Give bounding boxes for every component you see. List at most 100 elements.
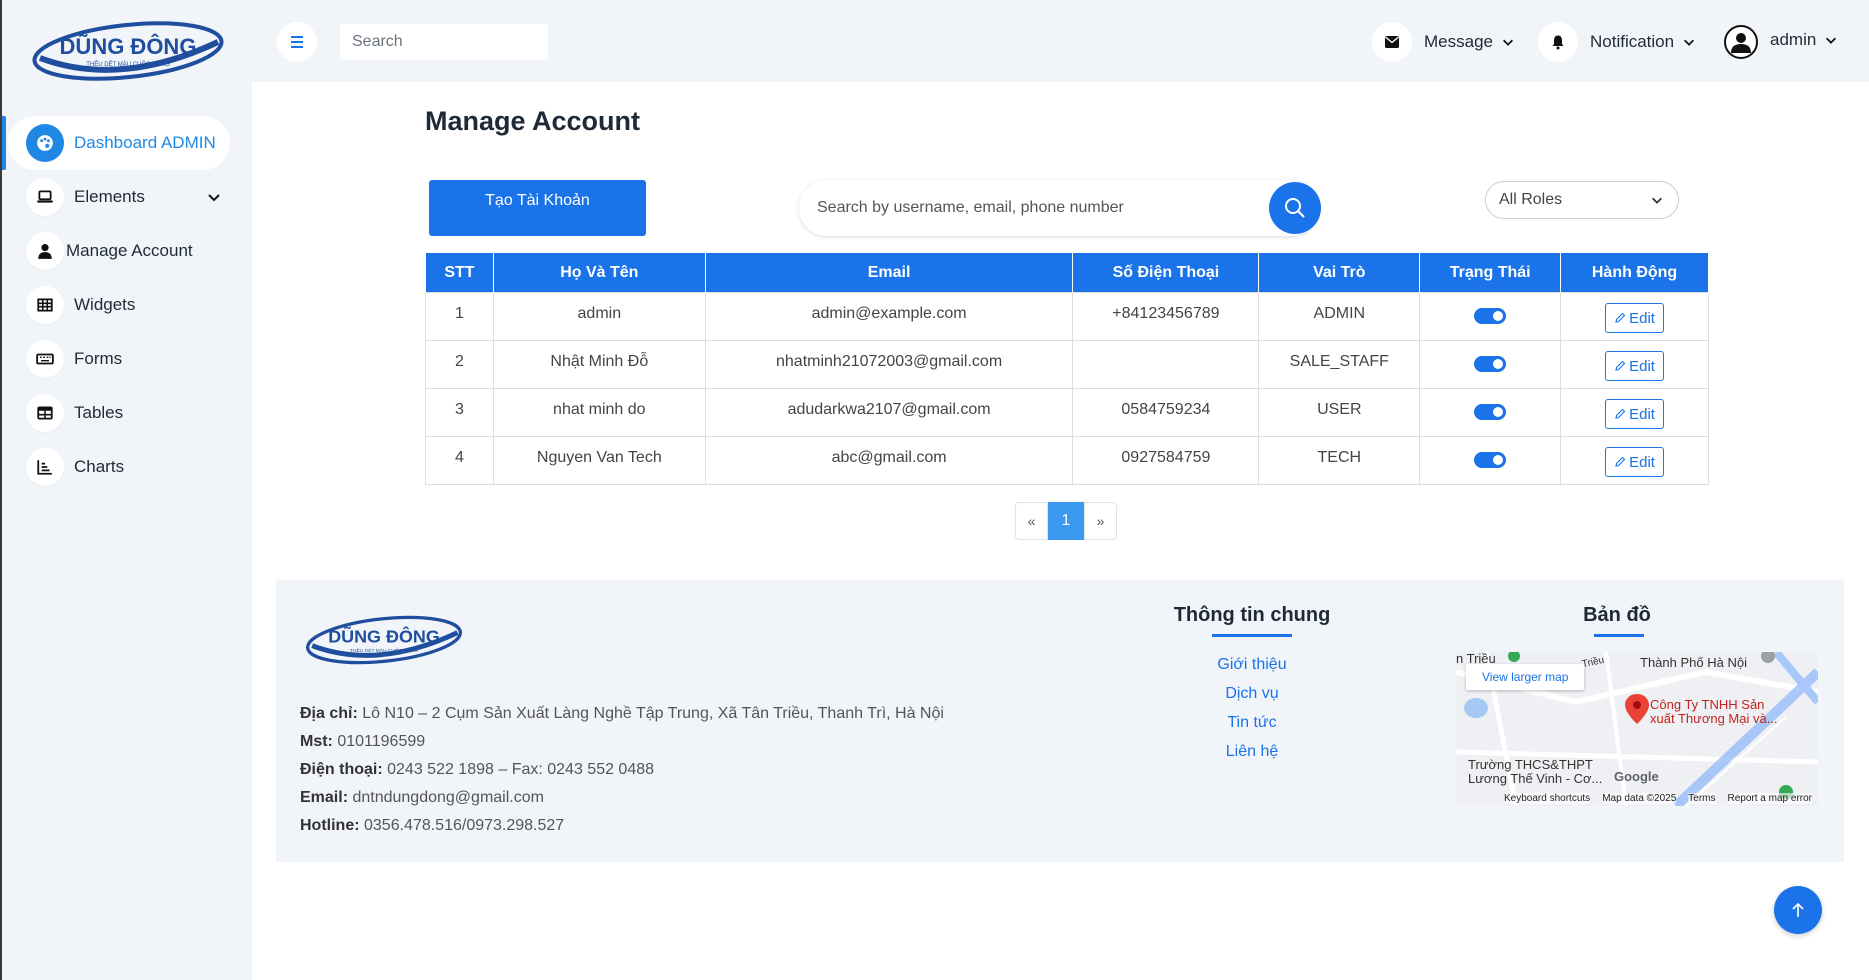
cell-name: Nguyen Van Tech [492,436,706,485]
pencil-icon [1615,360,1626,371]
footer-tax: Mst: 0101196599 [300,733,426,750]
edit-button[interactable]: Edit [1605,399,1664,429]
edit-button[interactable]: Edit [1605,447,1664,477]
footer-link-services[interactable]: Dịch vụ [1182,679,1322,708]
status-toggle[interactable] [1474,452,1507,468]
chevron-down-icon [1652,197,1662,204]
status-toggle[interactable] [1474,356,1507,372]
footer-contact-info: Địa chỉ: Lô N10 – 2 Cụm Sản Xuất Làng Ng… [300,700,944,840]
table-row: 1 admin admin@example.com +84123456789 A… [425,292,1709,341]
message-dropdown[interactable]: Message [1372,22,1515,62]
embedded-map[interactable]: View larger map n Triều Thành Phố Hà Nội… [1456,652,1818,806]
status-toggle[interactable] [1474,308,1507,324]
sidebar-item-charts[interactable]: Charts [2,440,254,494]
notification-dropdown[interactable]: Notification [1538,22,1696,62]
footer-info-title: Thông tin chung [1173,604,1331,626]
cell-status [1419,340,1562,389]
pagination-page[interactable]: 1 [1048,502,1084,540]
hamburger-icon [291,36,303,48]
cell-name: nhat minh do [492,388,706,437]
cell-phone: +84123456789 [1072,292,1260,341]
sidebar-nav: Dashboard ADMIN Elements Manage Account … [2,116,254,494]
top-bar: Message Notification admin [252,0,1869,82]
cell-email: admin@example.com [704,292,1074,341]
footer-link-contact[interactable]: Liên hệ [1182,737,1322,766]
menu-toggle-button[interactable] [277,22,317,62]
sidebar-item-forms[interactable]: Forms [2,332,254,386]
cell-action: Edit [1560,292,1709,341]
accounts-table: STT Họ Và Tên Email Số Điện Thoại Vai Tr… [425,252,1709,485]
sidebar-item-widgets[interactable]: Widgets [2,278,254,332]
sidebar-item-label: Tables [74,403,124,422]
col-header-email: Email [704,252,1074,293]
footer-logo[interactable]: DŨNG ĐÔNG THÊU DỆT MÀU CUỘC SỐNG [304,610,464,670]
view-larger-map-link[interactable]: View larger map [1466,664,1585,690]
col-header-status: Trạng Thái [1419,252,1562,293]
bell-icon [1538,22,1578,62]
sidebar-item-label: Dashboard ADMIN [74,133,216,152]
svg-text:THÊU DỆT MÀU CUỘC SỐNG: THÊU DỆT MÀU CUỘC SỐNG [350,646,418,654]
search-button[interactable] [1269,182,1321,234]
map-terms[interactable]: Terms [1688,792,1716,804]
cell-role: SALE_STAFF [1258,340,1421,389]
footer-map-title: Bản đồ [1583,604,1651,626]
col-header-role: Vai Trò [1258,252,1421,293]
footer-link-about[interactable]: Giới thiệu [1182,650,1322,679]
brand-logo[interactable]: DŨNG ĐÔNG THÊU DỆT MÀU CUỘC SỐNG [30,18,226,84]
edit-label: Edit [1629,453,1655,471]
sidebar: DŨNG ĐÔNG THÊU DỆT MÀU CUỘC SỐNG Dashboa… [0,0,252,980]
search-icon [1285,198,1305,218]
cell-role: ADMIN [1258,292,1421,341]
sidebar-item-manage-account[interactable]: Manage Account [2,224,254,278]
pencil-icon [1615,456,1626,467]
palette-icon [26,124,64,162]
cell-phone: 0927584759 [1072,436,1260,485]
cell-action: Edit [1560,436,1709,485]
sidebar-item-dashboard-admin[interactable]: Dashboard ADMIN [2,116,254,170]
map-report[interactable]: Report a map error [1727,792,1812,804]
create-account-button[interactable]: Tạo Tài Khoản [429,180,646,236]
active-indicator [2,116,6,170]
grid-icon [26,286,64,324]
chevron-down-icon [208,194,220,202]
user-dropdown[interactable]: admin [1724,22,1838,62]
cell-status [1419,436,1562,485]
top-search-input[interactable] [340,24,548,60]
chevron-down-icon [1502,39,1513,46]
cell-status [1419,388,1562,437]
sidebar-item-elements[interactable]: Elements [2,170,254,224]
role-filter-select[interactable]: All Roles [1485,181,1679,219]
pencil-icon [1615,312,1626,323]
table-row: 3 nhat minh do adudarkwa2107@gmail.com 0… [425,388,1709,437]
sidebar-item-label: Forms [74,349,123,368]
message-label: Message [1424,32,1493,51]
sidebar-item-label: Manage Account [66,241,193,260]
notification-label: Notification [1590,32,1675,51]
envelope-icon [1372,22,1412,62]
cell-action: Edit [1560,340,1709,389]
pagination-next[interactable]: » [1084,502,1117,540]
user-name: admin [1770,30,1817,49]
back-to-top-button[interactable] [1774,886,1822,934]
svg-text:DŨNG ĐÔNG: DŨNG ĐÔNG [60,34,197,59]
pagination-prev[interactable]: « [1015,502,1048,540]
footer-link-news[interactable]: Tin tức [1182,708,1322,737]
cell-name: admin [492,292,706,341]
pagination: « 1 » [1015,502,1117,540]
edit-button[interactable]: Edit [1605,351,1664,381]
edit-button[interactable]: Edit [1605,303,1664,333]
table-row: 2 Nhật Minh Đỗ nhatminh21072003@gmail.co… [425,340,1709,389]
cell-role: USER [1258,388,1421,437]
svg-text:THÊU DỆT MÀU CUỘC SỐNG: THÊU DỆT MÀU CUỘC SỐNG [86,60,170,68]
edit-label: Edit [1629,405,1655,423]
status-toggle[interactable] [1474,404,1507,420]
table-row: 4 Nguyen Van Tech abc@gmail.com 09275847… [425,436,1709,485]
map-keyboard-shortcuts[interactable]: Keyboard shortcuts [1504,792,1591,804]
edit-label: Edit [1629,309,1655,327]
footer: DŨNG ĐÔNG THÊU DỆT MÀU CUỘC SỐNG Địa chỉ… [276,580,1844,862]
sidebar-item-tables[interactable]: Tables [2,386,254,440]
chevron-down-icon [1826,37,1837,44]
cell-phone: 0584759234 [1072,388,1260,437]
cell-name: Nhật Minh Đỗ [492,340,706,389]
account-search-input[interactable] [817,180,1257,236]
